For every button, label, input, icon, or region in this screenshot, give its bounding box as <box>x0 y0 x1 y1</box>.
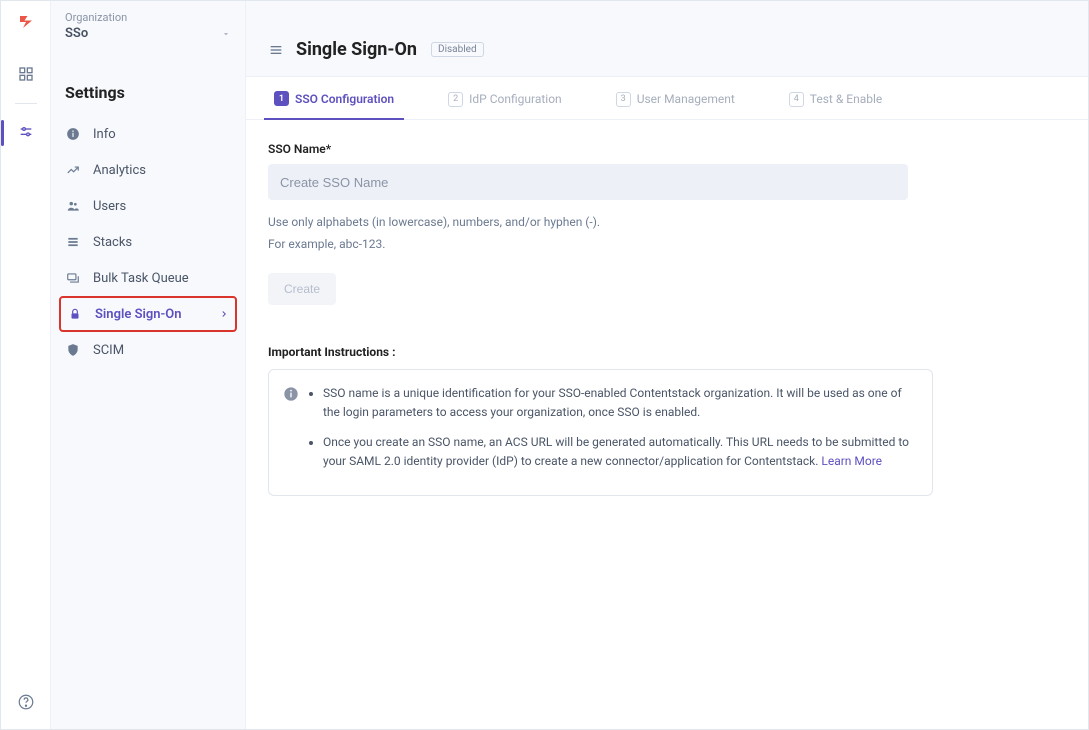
shield-icon <box>65 342 81 358</box>
step-tabs: 1 SSO Configuration 2 IdP Configuration … <box>246 77 1088 120</box>
tab-idp-configuration[interactable]: 2 IdP Configuration <box>438 77 572 119</box>
step-number: 1 <box>274 91 289 106</box>
nav-divider <box>15 103 37 104</box>
page-header: Single Sign-On Disabled <box>246 1 1088 77</box>
sidebar-item-sso[interactable]: Single Sign-On <box>59 296 237 332</box>
instruction-item-1: SSO name is a unique identification for … <box>323 384 914 422</box>
learn-more-link[interactable]: Learn More <box>821 454 882 468</box>
helper-text-1: Use only alphabets (in lowercase), numbe… <box>268 212 1066 234</box>
sso-name-input[interactable] <box>268 164 908 200</box>
status-badge: Disabled <box>431 42 484 57</box>
instruction-item-2: Once you create an SSO name, an ACS URL … <box>323 433 914 471</box>
sidebar-item-info[interactable]: Info <box>51 116 245 152</box>
users-icon <box>65 198 81 214</box>
tab-label: User Management <box>637 92 735 106</box>
nav-settings-icon[interactable] <box>11 118 41 148</box>
chevron-right-icon <box>219 309 229 319</box>
instructions-heading: Important Instructions : <box>268 345 1066 359</box>
lock-icon <box>67 306 83 322</box>
nav-dashboard-icon[interactable] <box>11 59 41 89</box>
sidebar-item-stacks[interactable]: Stacks <box>51 224 245 260</box>
sidebar-item-bulk-task[interactable]: Bulk Task Queue <box>51 260 245 296</box>
sidebar-item-analytics[interactable]: Analytics <box>51 152 245 188</box>
tab-label: SSO Configuration <box>295 92 394 106</box>
sidebar-item-label: Info <box>93 127 116 142</box>
nav-rail <box>1 1 51 729</box>
org-name: SSo <box>65 26 88 41</box>
menu-icon[interactable] <box>268 42 284 58</box>
sidebar-item-scim[interactable]: SCIM <box>51 332 245 368</box>
step-number: 3 <box>616 92 631 107</box>
sidebar-item-users[interactable]: Users <box>51 188 245 224</box>
settings-sidebar: Organization SSo Settings Info Analytics… <box>51 1 246 729</box>
step-number: 2 <box>448 92 463 107</box>
chevron-down-icon <box>221 29 231 39</box>
info-icon <box>283 386 299 402</box>
tab-label: IdP Configuration <box>469 92 562 106</box>
sidebar-item-label: Bulk Task Queue <box>93 271 189 286</box>
step-number: 4 <box>789 92 804 107</box>
instructions-box: SSO name is a unique identification for … <box>268 369 933 496</box>
sidebar-item-label: Single Sign-On <box>95 307 182 322</box>
sidebar-item-label: Stacks <box>93 235 132 250</box>
page-title: Single Sign-On <box>296 39 417 60</box>
sso-name-label: SSO Name* <box>268 142 1066 156</box>
org-selector[interactable]: Organization SSo <box>51 1 245 47</box>
tab-user-management[interactable]: 3 User Management <box>606 77 745 119</box>
analytics-icon <box>65 162 81 178</box>
tab-sso-configuration[interactable]: 1 SSO Configuration <box>264 77 404 120</box>
create-button[interactable]: Create <box>268 273 336 305</box>
info-icon <box>65 126 81 142</box>
tab-test-enable[interactable]: 4 Test & Enable <box>779 77 892 119</box>
tab-label: Test & Enable <box>810 92 882 106</box>
help-icon[interactable] <box>17 693 35 711</box>
sidebar-item-label: SCIM <box>93 343 124 358</box>
main-content: Single Sign-On Disabled 1 SSO Configurat… <box>246 1 1088 729</box>
org-label: Organization <box>65 11 231 24</box>
logo-icon <box>17 13 35 31</box>
sidebar-heading: Settings <box>51 47 245 116</box>
sidebar-item-label: Users <box>93 199 126 214</box>
stacks-icon <box>65 234 81 250</box>
queue-icon <box>65 270 81 286</box>
helper-text-2: For example, abc-123. <box>268 234 1066 256</box>
sidebar-item-label: Analytics <box>93 163 146 178</box>
